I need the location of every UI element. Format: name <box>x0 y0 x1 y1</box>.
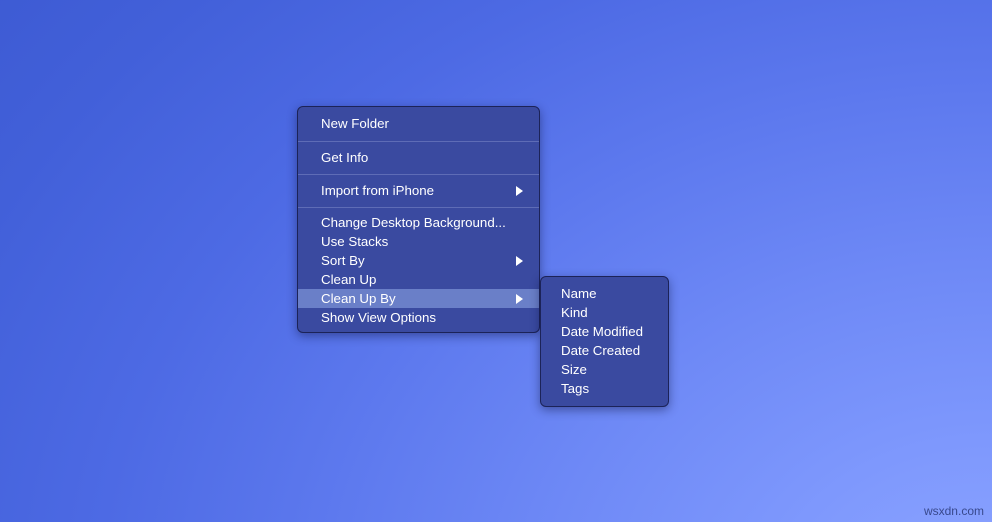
menu-item-label: Clean Up By <box>321 291 396 306</box>
submenu-item-tags[interactable]: Tags <box>541 379 668 398</box>
menu-item-label: Get Info <box>321 150 369 165</box>
menu-group-view: Change Desktop Background... Use Stacks … <box>298 208 539 332</box>
submenu-item-size[interactable]: Size <box>541 360 668 379</box>
menu-group-info: Get Info <box>298 142 539 174</box>
chevron-right-icon <box>516 293 523 304</box>
menu-item-label: New Folder <box>321 116 389 131</box>
menu-item-sort-by[interactable]: Sort By <box>298 251 539 270</box>
desktop-context-menu[interactable]: New Folder Get Info Import from iPhone C… <box>297 106 540 333</box>
menu-item-label: Use Stacks <box>321 234 389 249</box>
submenu-item-kind[interactable]: Kind <box>541 303 668 322</box>
menu-item-clean-up[interactable]: Clean Up <box>298 270 539 289</box>
submenu-item-name[interactable]: Name <box>541 284 668 303</box>
menu-item-new-folder[interactable]: New Folder <box>298 113 539 135</box>
menu-group-new: New Folder <box>298 107 539 141</box>
submenu-item-label: Date Created <box>561 343 641 358</box>
watermark-text: wsxdn.com <box>923 504 984 518</box>
menu-item-label: Change Desktop Background... <box>321 215 506 230</box>
submenu-item-label: Name <box>561 286 597 301</box>
menu-item-label: Import from iPhone <box>321 183 435 198</box>
menu-item-label: Sort By <box>321 253 365 268</box>
clean-up-by-submenu[interactable]: Name Kind Date Modified Date Created Siz… <box>540 276 669 407</box>
menu-item-use-stacks[interactable]: Use Stacks <box>298 232 539 251</box>
submenu-item-date-created[interactable]: Date Created <box>541 341 668 360</box>
menu-item-clean-up-by[interactable]: Clean Up By <box>298 289 539 308</box>
menu-item-label: Show View Options <box>321 310 437 325</box>
submenu-item-date-modified[interactable]: Date Modified <box>541 322 668 341</box>
desktop-background[interactable]: New Folder Get Info Import from iPhone C… <box>0 0 992 522</box>
chevron-right-icon <box>516 186 523 196</box>
submenu-item-label: Date Modified <box>561 324 644 339</box>
submenu-item-label: Kind <box>561 305 588 320</box>
submenu-item-label: Size <box>561 362 587 377</box>
submenu-item-label: Tags <box>561 381 590 396</box>
menu-item-import-from-iphone[interactable]: Import from iPhone <box>298 180 539 202</box>
menu-item-show-view-options[interactable]: Show View Options <box>298 308 539 327</box>
menu-item-change-desktop-background[interactable]: Change Desktop Background... <box>298 213 539 232</box>
chevron-right-icon <box>516 255 523 266</box>
menu-item-label: Clean Up <box>321 272 377 287</box>
menu-group-import: Import from iPhone <box>298 175 539 207</box>
menu-item-get-info[interactable]: Get Info <box>298 147 539 169</box>
